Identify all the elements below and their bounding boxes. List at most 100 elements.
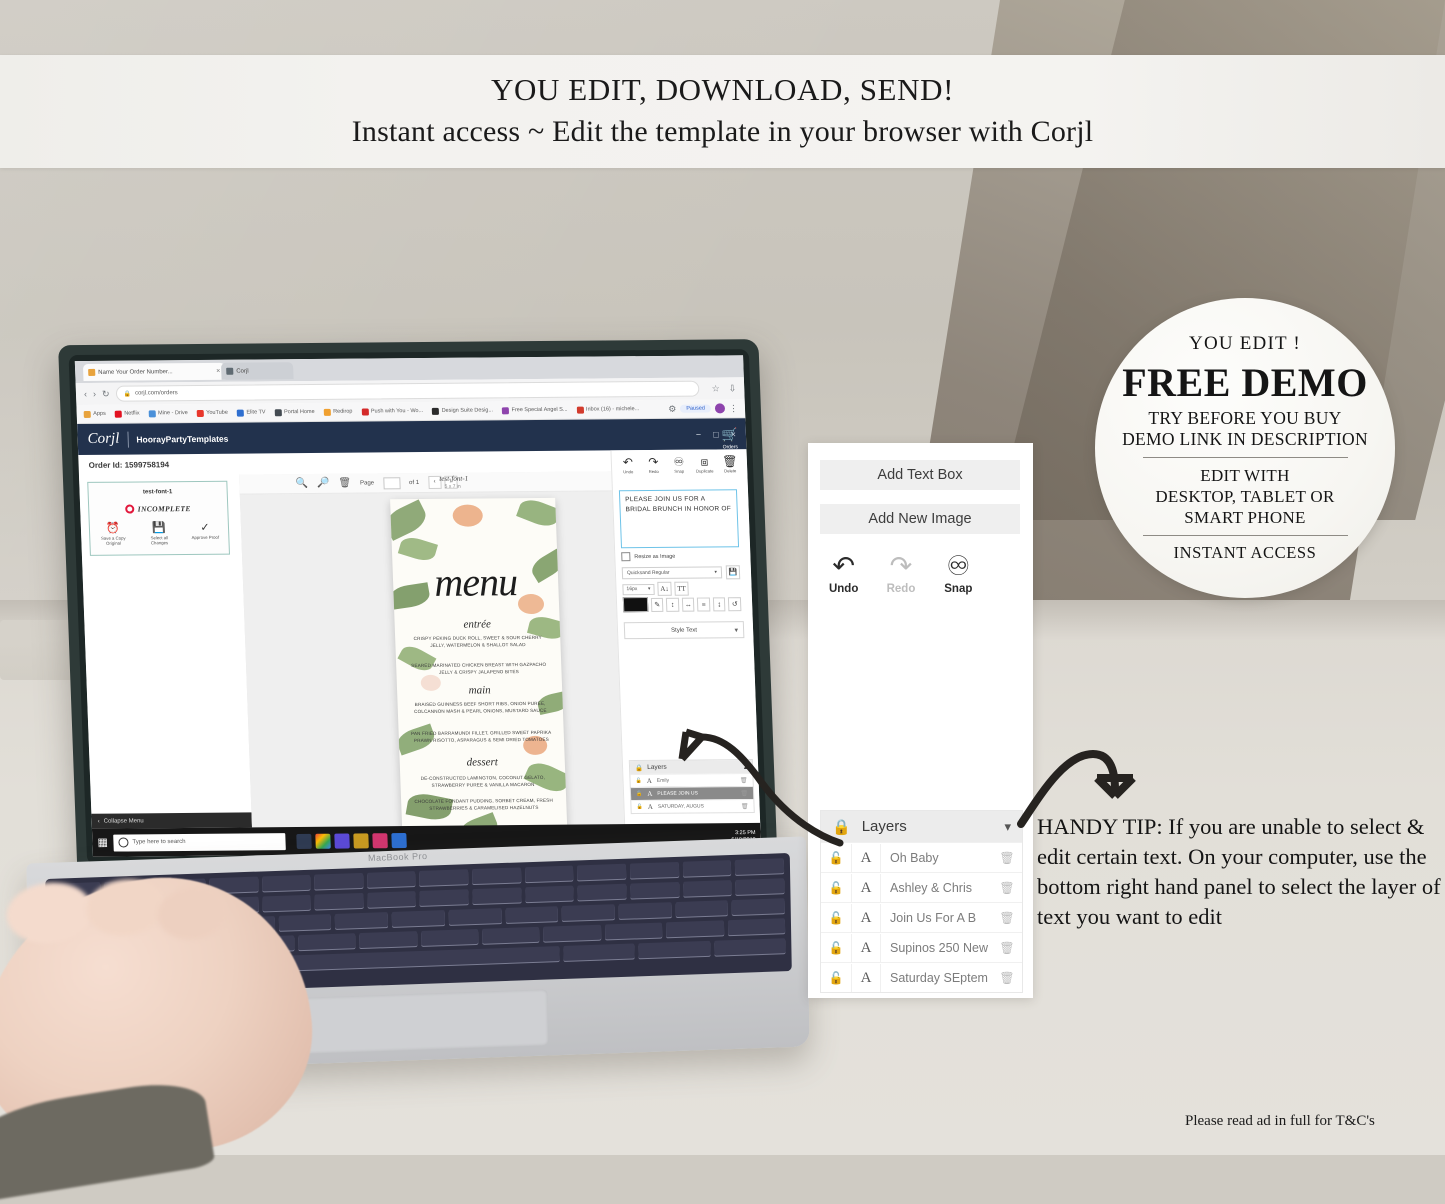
add-text-box-button[interactable]: Add Text Box — [820, 460, 1020, 490]
unlock-icon[interactable]: 🔓 — [821, 971, 851, 985]
maximize-icon[interactable]: □ — [713, 429, 719, 439]
bookmark-item[interactable]: Netflix — [114, 410, 140, 418]
corjl-logo[interactable]: Corjl — [87, 431, 119, 448]
duplicate-button[interactable]: ⧈ Duplicate — [692, 455, 717, 474]
bookmark-item[interactable]: Apps — [83, 410, 106, 418]
browser-tab-2[interactable]: Corjl — [220, 362, 294, 380]
star-icon[interactable]: ☆ — [711, 383, 719, 394]
lock-icon[interactable]: 🔓 — [636, 804, 642, 810]
style-text-dropdown[interactable]: Style Text ▾ — [623, 621, 745, 640]
unlock-icon[interactable]: 🔓 — [821, 941, 851, 955]
layer-row[interactable]: 🔓 A Oh Baby 🗑 — [821, 842, 1022, 872]
approve-proof-button[interactable]: ✓ Approve Proof — [190, 522, 221, 546]
unlock-icon[interactable]: 🔓 — [821, 851, 851, 865]
back-icon[interactable]: ‹ — [84, 389, 87, 399]
bookmark-item[interactable]: Portal Home — [274, 408, 315, 416]
resize-as-image-option[interactable]: Resize as Image — [621, 552, 675, 562]
font-family-select[interactable]: Quicksand Regular ▾ — [621, 566, 723, 580]
extensions-icon[interactable]: ⚙ — [668, 403, 676, 414]
menu-kebab-icon[interactable]: ⋮ — [729, 403, 738, 414]
layer-row[interactable]: 🔓 A Saturday SEptem 🗑 — [821, 962, 1022, 992]
lock-icon[interactable]: 🔓 — [636, 791, 642, 797]
delete-button[interactable]: 🗑 Delete — [718, 454, 743, 473]
snap-button[interactable]: ♾ Snap — [667, 455, 692, 474]
order-card[interactable]: test-font-1 INCOMPLETE ⏰ Save a Copy Ori… — [87, 480, 230, 556]
collapse-menu-button[interactable]: ‹ Collapse Menu — [91, 812, 253, 829]
unlock-icon[interactable]: 🔓 — [821, 911, 851, 925]
taskbar-app-icon[interactable] — [391, 832, 407, 848]
eyedropper-icon[interactable]: ✎ — [650, 597, 664, 612]
menu-template-preview[interactable]: menu entrée CRISPY PEKING DUCK ROLL, SWE… — [390, 497, 568, 845]
page-number-input[interactable] — [382, 476, 401, 489]
layer-row[interactable]: 🔓 A Join Us For A B 🗑 — [821, 902, 1022, 932]
download-icon[interactable]: ⇩ — [728, 383, 736, 394]
align-button[interactable]: ≡ — [697, 596, 711, 612]
letter-spacing-button[interactable]: ↔ — [681, 597, 695, 612]
forward-icon[interactable]: › — [93, 389, 96, 399]
text-color-swatch[interactable] — [622, 596, 649, 613]
reload-icon[interactable]: ↻ — [102, 388, 110, 399]
close-icon[interactable]: × — [216, 368, 220, 375]
browser-tab-1-title: Name Your Order Number... — [98, 368, 173, 376]
profile-pill[interactable]: Paused — [680, 404, 712, 413]
bookmark-item[interactable]: YouTube — [196, 409, 228, 417]
minimize-icon[interactable]: − — [696, 429, 702, 439]
redo-button[interactable]: ↷ Redo — [641, 455, 666, 474]
avatar[interactable] — [714, 403, 726, 414]
menu-section-heading: entrée — [463, 618, 492, 631]
font-upload-button[interactable]: 💾 — [725, 565, 741, 580]
bookmark-item[interactable]: Design Suite Desig... — [432, 407, 493, 415]
taskbar-app-icon[interactable] — [334, 833, 350, 849]
page-of-label: of 1 — [408, 479, 420, 486]
orders-button[interactable]: 🛒 Orders — [721, 427, 738, 450]
font-size-select[interactable]: 16px ▾ — [622, 583, 655, 595]
trash-icon[interactable]: 🗑 — [338, 478, 351, 489]
taskbar-app-icon[interactable] — [372, 832, 388, 848]
save-copy-button[interactable]: ⏰ Save a Copy Original — [98, 523, 129, 547]
trash-icon[interactable]: 🗑 — [992, 911, 1022, 925]
trash-icon[interactable]: 🗑 — [992, 851, 1022, 865]
layer-row[interactable]: 🔓 A Ashley & Chris 🗑 — [821, 872, 1022, 902]
layer-name: Emily — [656, 777, 670, 784]
bookmark-item[interactable]: Mine - Drive — [148, 409, 188, 417]
lock-icon[interactable]: 🔓 — [635, 778, 641, 784]
decrease-size-button[interactable]: A↓ — [657, 581, 672, 596]
trash-icon[interactable]: 🗑 — [992, 971, 1022, 985]
taskbar-app-icon[interactable] — [353, 832, 369, 848]
increase-size-button[interactable]: TT — [674, 581, 689, 596]
windows-start-icon[interactable]: ▦ — [97, 836, 108, 848]
search-input[interactable]: Type here to search — [113, 832, 286, 852]
redo-button[interactable]: ↷ Redo — [883, 551, 918, 596]
taskbar-app-icon[interactable] — [315, 833, 331, 849]
save-changes-button[interactable]: 💾 Select all Changes — [144, 522, 175, 546]
text-content-input[interactable]: PLEASE JOIN US FOR A BRIDAL BRUNCH IN HO… — [618, 489, 740, 549]
curve-text-button[interactable]: ↺ — [728, 596, 742, 611]
taskbar-app-icon[interactable] — [296, 833, 312, 849]
trash-icon[interactable]: 🗑 — [992, 881, 1022, 895]
layers-panel-header[interactable]: 🔒 Layers ▾ — [821, 811, 1022, 842]
chevron-down-icon[interactable]: ▾ — [1004, 819, 1011, 835]
zoom-in-icon[interactable]: 🔍 — [295, 478, 308, 489]
checkbox[interactable] — [621, 552, 631, 562]
text-layer-icon: A — [851, 873, 881, 902]
add-new-image-button[interactable]: Add New Image — [820, 504, 1020, 534]
undo-button[interactable]: ↶ Undo — [826, 553, 861, 596]
layer-row[interactable]: 🔓 A Supinos 250 New 🗑 — [821, 932, 1022, 962]
url-input[interactable]: 🔒 corjl.com/orders — [115, 380, 700, 402]
line-height-button[interactable]: ↕ — [666, 597, 680, 612]
bookmark-item[interactable]: Push with You - Wo... — [361, 408, 423, 416]
bookmark-item[interactable]: Elite TV — [236, 409, 266, 417]
bookmark-item[interactable]: Inbox (16) - michele... — [576, 406, 639, 414]
chevron-left-icon: ‹ — [97, 818, 100, 825]
undo-button[interactable]: ↶ Undo — [616, 455, 641, 474]
zoom-out-icon[interactable]: 🔎 — [317, 478, 330, 489]
snap-button[interactable]: ♾ Snap — [941, 553, 976, 596]
unlock-icon[interactable]: 🔓 — [821, 881, 851, 895]
menu-title: menu — [433, 559, 518, 605]
vertical-align-button[interactable]: ↨ — [712, 596, 726, 611]
bookmark-item[interactable]: Redirop — [323, 408, 353, 416]
bookmark-item[interactable]: Free Special Angel S... — [501, 406, 568, 414]
redo-icon: ↷ — [889, 551, 913, 581]
browser-tab-1[interactable]: Name Your Order Number... × — [82, 362, 226, 381]
trash-icon[interactable]: 🗑 — [992, 941, 1022, 955]
